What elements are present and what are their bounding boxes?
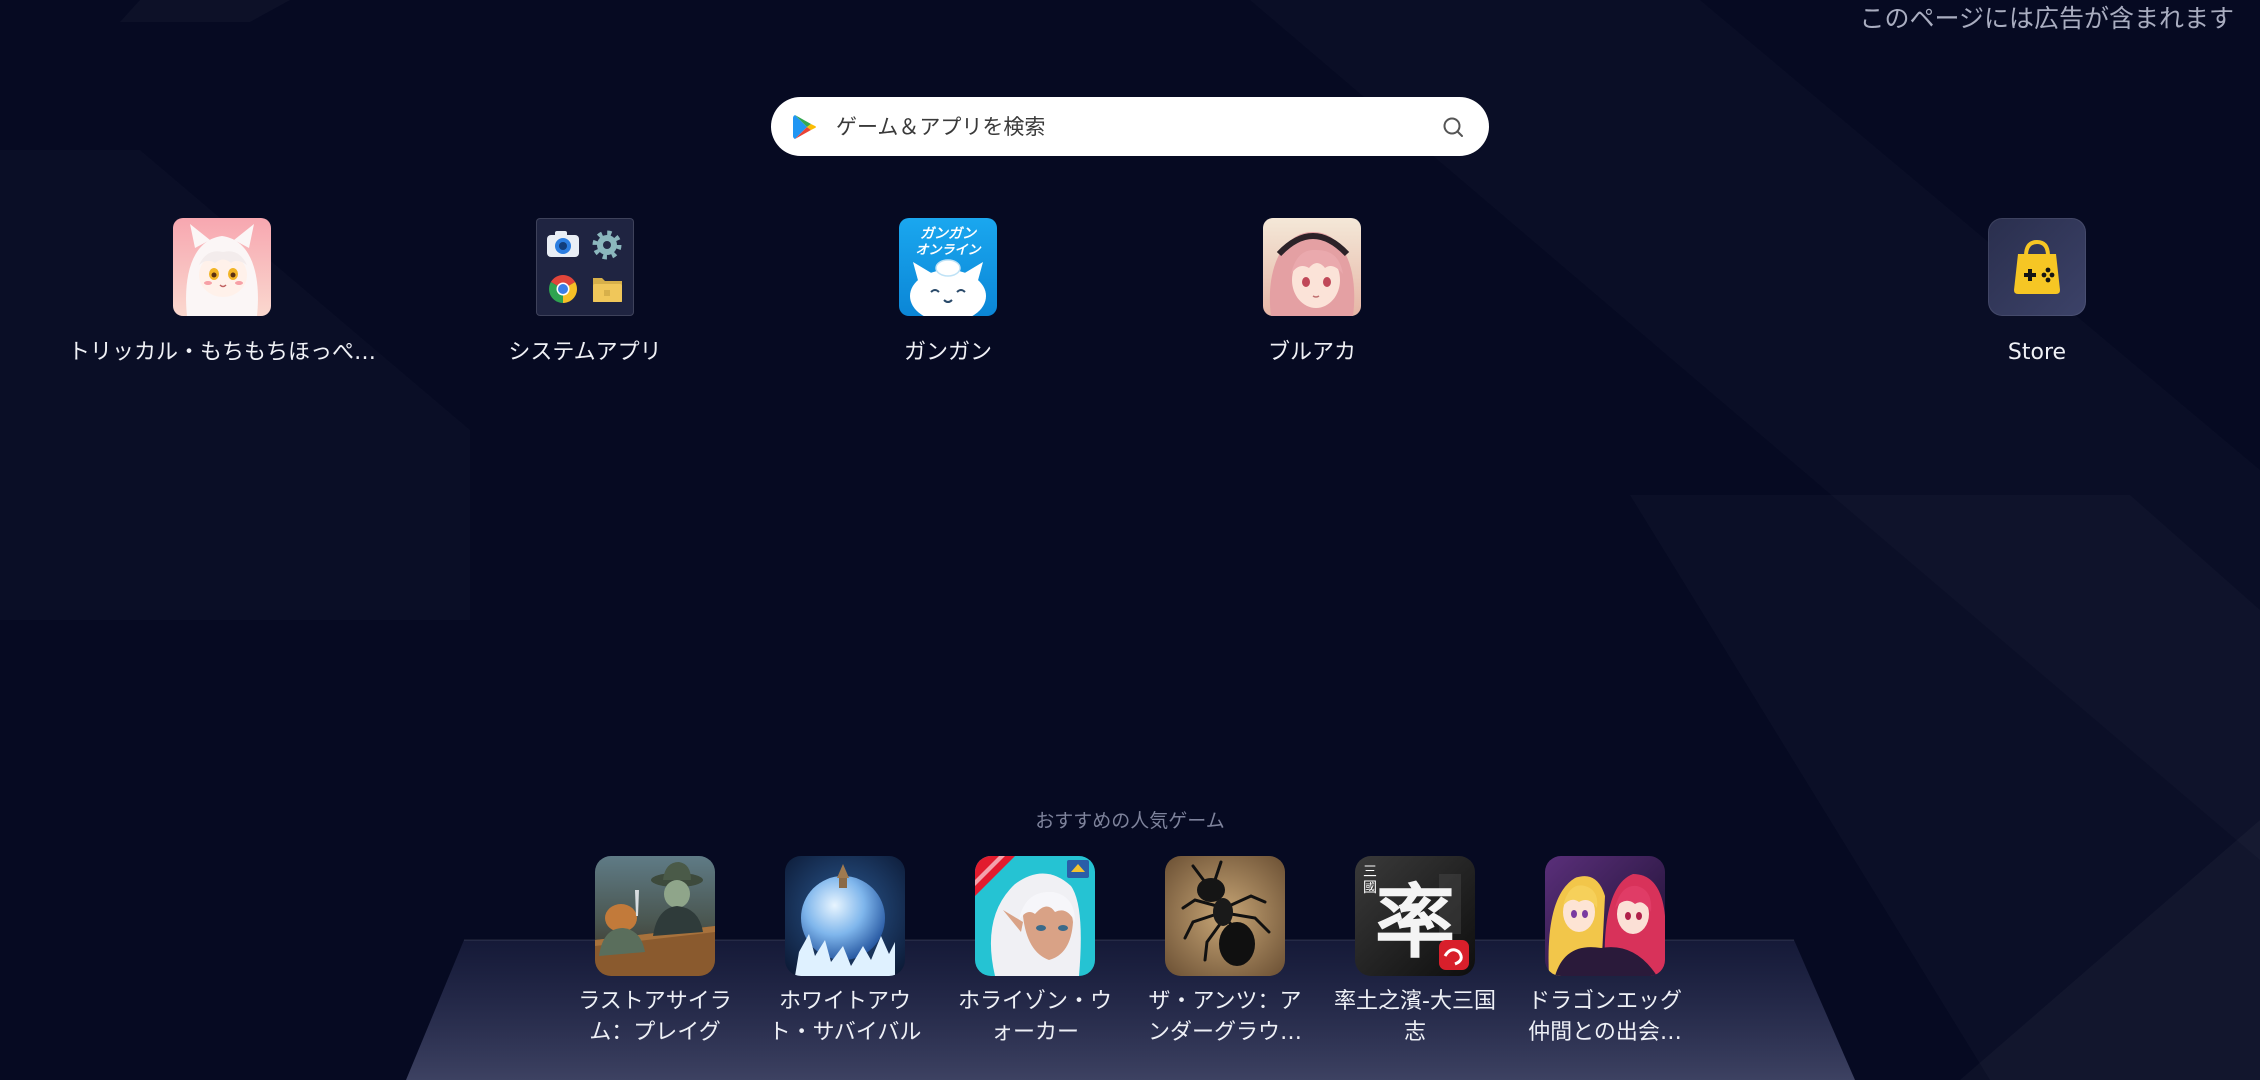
game-label: 率土之濱-大三国 志 — [1320, 986, 1510, 1048]
file-manager-icon — [593, 278, 622, 302]
game-label-line: ホワイトアウ — [778, 989, 911, 1014]
game-label-line: ホライゾン・ウ — [957, 989, 1112, 1014]
recommended-heading: おすすめの人気ゲーム — [1035, 810, 1225, 832]
game-label-line: ンダーグラウ… — [1147, 1020, 1302, 1045]
app-gangan[interactable]: ガンガン オンライン ガンガン — [788, 218, 1108, 368]
search-bar[interactable] — [771, 97, 1489, 156]
horizon-walker-icon — [975, 856, 1095, 976]
app-system-apps-folder[interactable]: システムアプリ — [425, 218, 745, 368]
game-label: ホワイトアウ ト・サバイバル — [750, 986, 940, 1048]
app-store[interactable]: Store — [1877, 218, 2197, 368]
game-label-line: ラストアサイラ — [578, 989, 732, 1014]
camera-icon — [547, 231, 579, 257]
gangan-online-app-icon: ガンガン オンライン — [899, 218, 997, 316]
game-tile[interactable]: ドラゴンエッグ 仲間との出会… — [1510, 856, 1700, 1048]
game-label: ラストアサイラ ム：プレイグ — [560, 986, 750, 1048]
game-tile[interactable]: ラストアサイラ ム：プレイグ — [560, 856, 750, 1048]
game-tile[interactable]: ホライゾン・ウ ォーカー — [940, 856, 1130, 1048]
game-label-line: 志 — [1403, 1020, 1426, 1045]
blue-archive-app-icon — [1263, 218, 1361, 316]
gangan-logo-line2: オンライン — [915, 243, 981, 258]
game-label-line: ドラゴンエッグ — [1527, 989, 1682, 1014]
game-label-line: ム：プレイグ — [589, 1020, 721, 1045]
trickcal-app-icon — [173, 218, 271, 316]
whiteout-survival-icon — [785, 856, 905, 976]
game-label: ホライゾン・ウ ォーカー — [940, 986, 1130, 1048]
chrome-icon — [549, 275, 577, 303]
game-label-line: 仲間との出会… — [1528, 1020, 1682, 1045]
google-play-icon — [793, 115, 816, 139]
store-icon — [1988, 218, 2086, 316]
game-tile[interactable]: ホワイトアウ ト・サバイバル — [750, 856, 940, 1048]
search-input[interactable] — [836, 97, 1426, 156]
game-label-line: ォーカー — [990, 1020, 1079, 1045]
game-label-line: ザ・アンツ：ア — [1148, 989, 1302, 1014]
app-trickcal[interactable]: トリッカル・もちもちほっぺ… — [62, 218, 382, 368]
game-tile[interactable]: ザ・アンツ：ア ンダーグラウ… — [1130, 856, 1320, 1048]
infinite-borders-icon: 三 國 率 — [1355, 856, 1475, 976]
settings-icon — [592, 230, 622, 260]
game-label-line: 率土之濱-大三国 — [1334, 989, 1496, 1014]
dragon-egg-icon — [1545, 856, 1665, 976]
game-tile[interactable]: 三 國 率 率土之濱-大三国 志 — [1320, 856, 1510, 1048]
game-label: ドラゴンエッグ 仲間との出会… — [1510, 986, 1700, 1048]
app-label: Store — [2007, 340, 2067, 365]
game-label-line: ト・サバイバル — [768, 1020, 922, 1045]
game-label: ザ・アンツ：ア ンダーグラウ… — [1130, 986, 1320, 1048]
last-asylum-plague-icon — [595, 856, 715, 976]
gangan-logo-line1: ガンガン — [920, 226, 977, 242]
system-apps-folder-icon — [536, 218, 634, 316]
the-ants-icon — [1165, 856, 1285, 976]
app-label: ブルアカ — [1267, 340, 1356, 365]
search-icon[interactable] — [1442, 116, 1464, 138]
ad-notice: このページには広告が含まれます — [1859, 4, 2234, 33]
app-label: システムアプリ — [508, 340, 662, 365]
app-label: ガンガン — [903, 340, 992, 365]
app-blue-archive[interactable]: ブルアカ — [1152, 218, 1472, 368]
app-label: トリッカル・もちもちほっぺ… — [67, 340, 376, 365]
